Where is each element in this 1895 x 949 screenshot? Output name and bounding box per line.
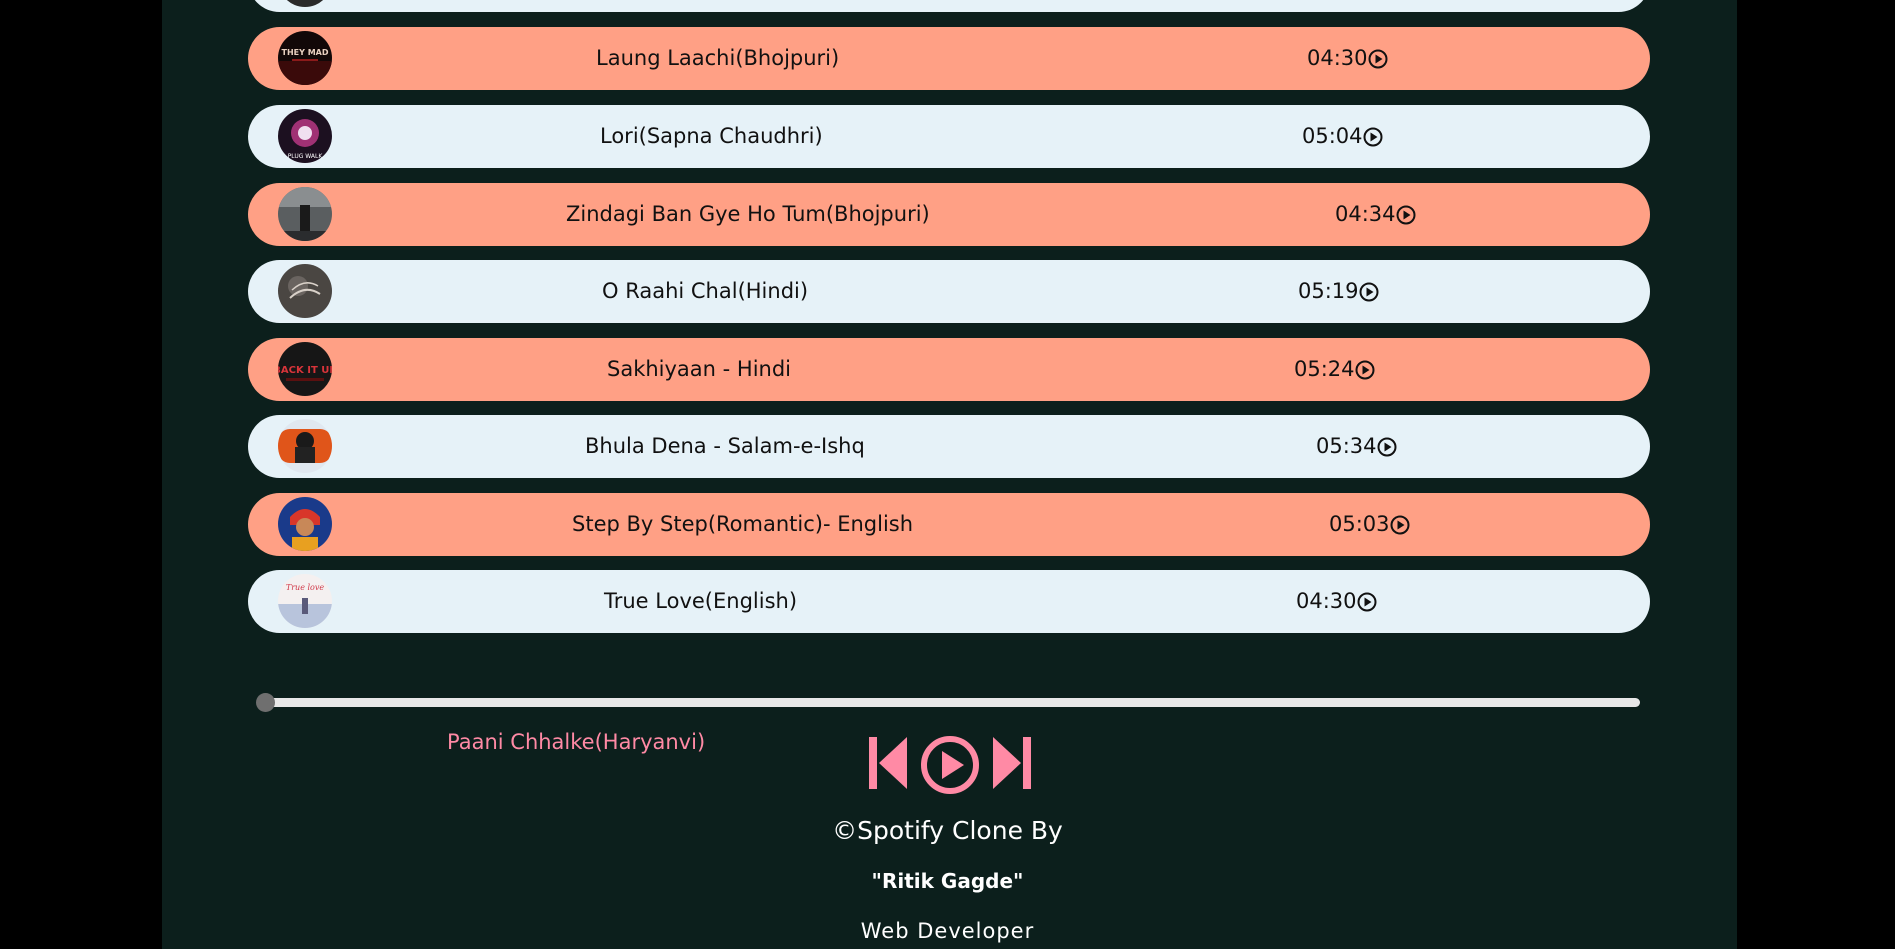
song-duration: 05:24 xyxy=(1294,357,1355,381)
svg-text:THEY MAD: THEY MAD xyxy=(282,48,329,57)
svg-text:PLUG WALK: PLUG WALK xyxy=(288,153,324,160)
song-title: True Love(English) xyxy=(604,589,798,613)
play-circle-icon[interactable] xyxy=(1363,127,1383,147)
song-duration: 05:19 xyxy=(1298,279,1359,303)
song-cover xyxy=(278,497,332,551)
song-duration: 04:34 xyxy=(1335,202,1396,226)
next-icon[interactable] xyxy=(991,735,1033,795)
song-cover xyxy=(278,0,332,7)
song-row[interactable]: True love True Love(English) 04:30 xyxy=(248,570,1650,633)
app-container: THEY MAD Laung Laachi(Bhojpuri) 04:30 PL… xyxy=(162,0,1737,949)
footer-author: "Ritik Gagde" xyxy=(871,869,1024,893)
play-circle-icon[interactable] xyxy=(1377,437,1397,457)
footer-copyright: ©Spotify Clone By xyxy=(832,816,1063,845)
now-playing-title: Paani Chhalke(Haryanvi) xyxy=(447,730,706,754)
song-row[interactable]: O Raahi Chal(Hindi) 05:19 xyxy=(248,260,1650,323)
song-row[interactable]: BACK IT UP Sakhiyaan - Hindi 05:24 xyxy=(248,338,1650,401)
song-cover: PLUG WALK xyxy=(278,109,332,163)
song-duration: 04:30 xyxy=(1296,589,1357,613)
song-cover: BACK IT UP xyxy=(278,342,332,396)
song-row[interactable]: Zindagi Ban Gye Ho Tum(Bhojpuri) 04:34 xyxy=(248,183,1650,246)
song-cover xyxy=(278,419,332,473)
song-cover: THEY MAD xyxy=(278,31,332,85)
play-circle-icon[interactable] xyxy=(1390,515,1410,535)
footer-role: Web Developer xyxy=(860,919,1035,943)
progress-bar[interactable] xyxy=(256,693,1640,712)
song-title: Lori(Sapna Chaudhri) xyxy=(600,124,823,148)
play-circle-icon[interactable] xyxy=(1357,592,1377,612)
song-title: Step By Step(Romantic)- English xyxy=(572,512,914,536)
play-circle-icon[interactable] xyxy=(1368,49,1388,69)
song-duration: 05:03 xyxy=(1329,512,1390,536)
play-circle-icon[interactable] xyxy=(1396,205,1416,225)
player-controls xyxy=(865,735,1035,797)
song-title: Sakhiyaan - Hindi xyxy=(607,357,792,381)
song-title: Zindagi Ban Gye Ho Tum(Bhojpuri) xyxy=(566,202,930,226)
song-duration: 05:04 xyxy=(1302,124,1363,148)
song-duration: 04:30 xyxy=(1307,46,1368,70)
song-row[interactable]: PLUG WALK Lori(Sapna Chaudhri) 05:04 xyxy=(248,105,1650,168)
song-row[interactable]: Step By Step(Romantic)- English 05:03 xyxy=(248,493,1650,556)
song-cover xyxy=(278,187,332,241)
song-cover: True love xyxy=(278,574,332,628)
song-row[interactable]: THEY MAD Laung Laachi(Bhojpuri) 04:30 xyxy=(248,27,1650,90)
previous-icon[interactable] xyxy=(867,735,909,795)
song-title: Bhula Dena - Salam-e-Ishq xyxy=(585,434,865,458)
play-circle-icon[interactable] xyxy=(1359,282,1379,302)
song-cover xyxy=(278,264,332,318)
song-title: O Raahi Chal(Hindi) xyxy=(602,279,809,303)
song-duration: 05:34 xyxy=(1316,434,1377,458)
progress-thumb[interactable] xyxy=(256,693,275,712)
play-circle-icon[interactable] xyxy=(1355,360,1375,380)
play-circle-icon[interactable] xyxy=(920,735,980,799)
svg-text:True love: True love xyxy=(286,583,324,592)
song-row[interactable]: Bhula Dena - Salam-e-Ishq 05:34 xyxy=(248,415,1650,478)
song-row-partial[interactable] xyxy=(248,0,1650,12)
svg-text:BACK IT UP: BACK IT UP xyxy=(278,365,332,376)
song-title: Laung Laachi(Bhojpuri) xyxy=(596,46,840,70)
